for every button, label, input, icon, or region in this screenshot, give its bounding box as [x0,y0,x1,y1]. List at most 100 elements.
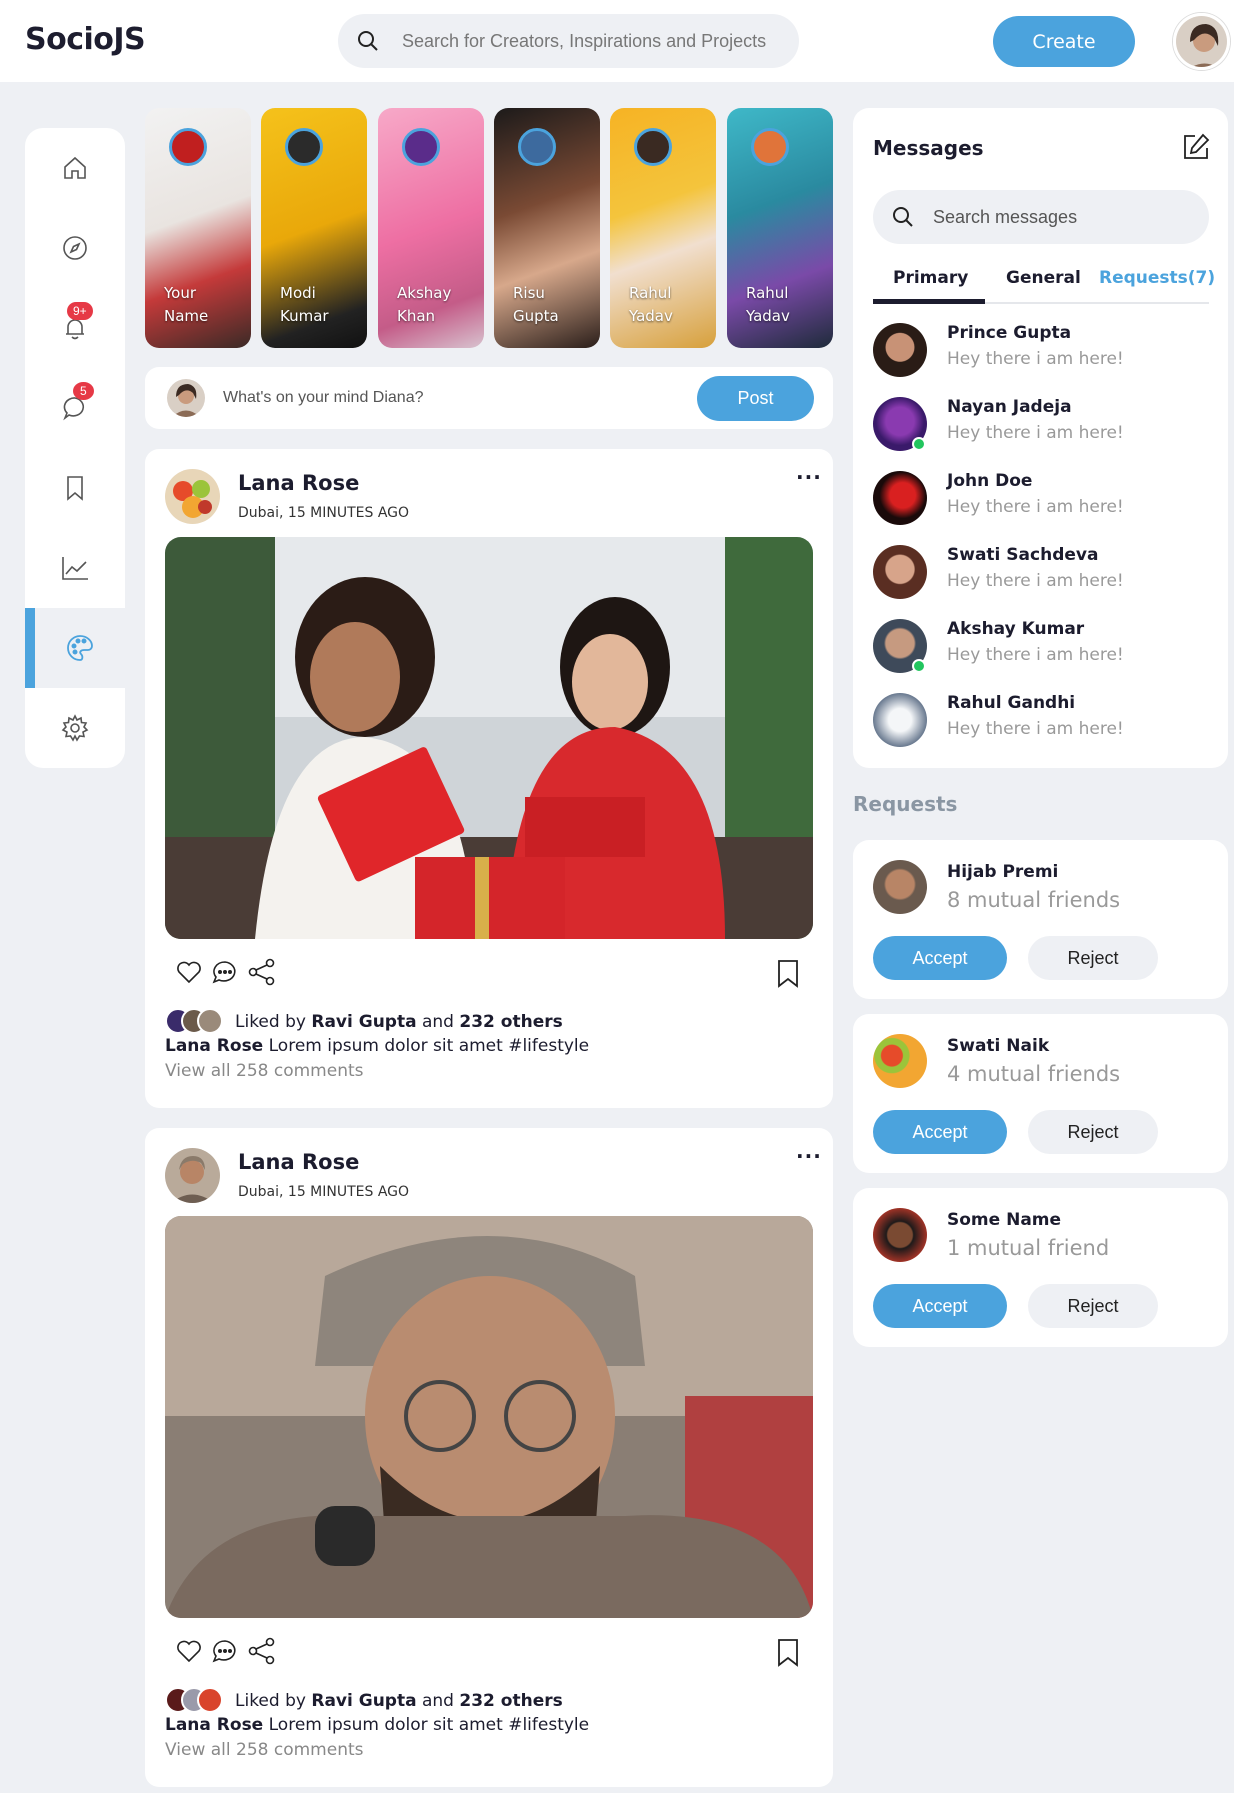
mutual-friends: 1 mutual friend [947,1236,1110,1260]
story-card[interactable]: Modi Kumar [261,108,367,348]
post-author-avatar[interactable] [165,469,220,524]
global-search[interactable] [338,14,799,68]
message-preview: Hey there i am here! [947,571,1124,591]
sidebar-item-notifications[interactable]: 9+ [25,288,125,368]
liked-by: Liked by Ravi Gupta and 232 others [165,1687,563,1715]
comment-icon[interactable] [211,958,239,986]
search-input[interactable] [402,14,782,68]
more-options-icon[interactable]: ··· [796,1144,822,1168]
feed-post: Lana Rose Dubai, 15 MINUTES AGO ··· Like… [145,449,833,1108]
mutual-friends: 4 mutual friends [947,1062,1121,1086]
contact-avatar [873,323,927,377]
friend-request-card: Swati Naik 4 mutual friends Accept Rejec… [853,1014,1228,1173]
reject-button[interactable]: Reject [1028,1284,1158,1328]
post-image[interactable] [165,537,813,939]
story-card[interactable]: Your Name [145,108,251,348]
message-item[interactable]: Akshay Kumar Hey there i am here! [873,619,1213,679]
requester-avatar [873,1034,927,1088]
sidebar-item-messages[interactable]: 5 [25,368,125,448]
view-comments-link[interactable]: View all 258 comments [165,1740,364,1760]
messages-title: Messages [873,136,984,160]
message-item[interactable]: Nayan Jadeja Hey there i am here! [873,397,1213,457]
post-meta: Dubai, 15 MINUTES AGO [238,1184,410,1200]
accept-button[interactable]: Accept [873,1284,1007,1328]
home-icon [61,154,89,182]
accept-button[interactable]: Accept [873,936,1007,980]
share-icon[interactable] [247,1637,277,1665]
message-item[interactable]: Prince Gupta Hey there i am here! [873,323,1213,383]
post-actions [175,958,277,986]
liked-by: Liked by Ravi Gupta and 232 others [165,1008,563,1036]
search-icon [356,29,380,53]
sidebar-item-settings[interactable] [25,688,125,768]
contact-name: Swati Sachdeva [947,545,1099,565]
message-item[interactable]: Rahul Gandhi Hey there i am here! [873,693,1213,753]
post-author-avatar[interactable] [165,1148,220,1203]
contact-name: Akshay Kumar [947,619,1085,639]
story-card[interactable]: Rahul Yadav [727,108,833,348]
more-options-icon[interactable]: ··· [796,465,822,489]
story-avatar [634,128,672,166]
reject-button[interactable]: Reject [1028,936,1158,980]
like-icon[interactable] [175,1637,203,1665]
messages-panel: Messages Primary General Requests(7) Pri… [853,108,1228,768]
requester-name[interactable]: Swati Naik [947,1036,1049,1056]
user-avatar[interactable] [1173,13,1230,70]
compose-icon[interactable] [1181,132,1211,162]
composer-avatar [167,379,205,417]
bookmark-icon[interactable] [775,1638,801,1668]
liked-avatars [165,1687,223,1715]
sidebar-item-theme[interactable] [25,608,125,688]
theme-icon [65,633,95,663]
app-logo[interactable]: SocioJS [25,22,146,57]
share-icon[interactable] [247,958,277,986]
story-avatar [169,128,207,166]
friend-request-card: Some Name 1 mutual friend Accept Reject [853,1188,1228,1347]
sidebar-item-bookmarks[interactable] [25,448,125,528]
contact-avatar [873,471,927,525]
story-card[interactable]: Akshay Khan [378,108,484,348]
notifications-badge: 9+ [67,302,93,320]
bookmark-icon[interactable] [775,959,801,989]
composer-input[interactable] [223,377,623,419]
requests-title: Requests [853,792,958,816]
message-tabs: Primary General Requests(7) [873,268,1215,304]
sidebar-item-explore[interactable] [25,208,125,288]
post-button[interactable]: Post [697,376,814,421]
sidebar-item-home[interactable] [25,128,125,208]
message-preview: Hey there i am here! [947,645,1124,665]
create-button[interactable]: Create [993,16,1135,67]
messages-badge: 5 [73,382,94,400]
bookmarks-icon [61,474,89,502]
post-composer: Post [145,367,833,429]
tab-primary[interactable]: Primary [873,268,985,304]
top-bar: SocioJS Create [0,0,1234,82]
sidebar-item-analytics[interactable] [25,528,125,608]
post-meta: Dubai, 15 MINUTES AGO [238,505,410,521]
story-name: Modi Kumar [280,284,329,325]
requester-name[interactable]: Hijab Premi [947,862,1058,882]
message-item[interactable]: John Doe Hey there i am here! [873,471,1213,531]
requester-name[interactable]: Some Name [947,1210,1061,1230]
post-caption: Lana Rose Lorem ipsum dolor sit amet #li… [165,1036,590,1056]
messages-search-input[interactable] [933,190,1193,244]
tab-general[interactable]: General [1006,268,1081,288]
post-author-name[interactable]: Lana Rose [238,471,359,495]
post-image[interactable] [165,1216,813,1618]
contact-name: Prince Gupta [947,323,1072,343]
like-icon[interactable] [175,958,203,986]
post-author-name[interactable]: Lana Rose [238,1150,359,1174]
message-item[interactable]: Swati Sachdeva Hey there i am here! [873,545,1213,605]
friend-request-card: Hijab Premi 8 mutual friends Accept Reje… [853,840,1228,999]
story-card[interactable]: Rahul Yadav [610,108,716,348]
accept-button[interactable]: Accept [873,1110,1007,1154]
tab-requests[interactable]: Requests(7) [1099,268,1215,288]
explore-icon [61,234,89,262]
view-comments-link[interactable]: View all 258 comments [165,1061,364,1081]
requester-avatar [873,1208,927,1262]
messages-search[interactable] [873,190,1209,244]
reject-button[interactable]: Reject [1028,1110,1158,1154]
contact-name: Rahul Gandhi [947,693,1076,713]
comment-icon[interactable] [211,1637,239,1665]
story-card[interactable]: Risu Gupta [494,108,600,348]
